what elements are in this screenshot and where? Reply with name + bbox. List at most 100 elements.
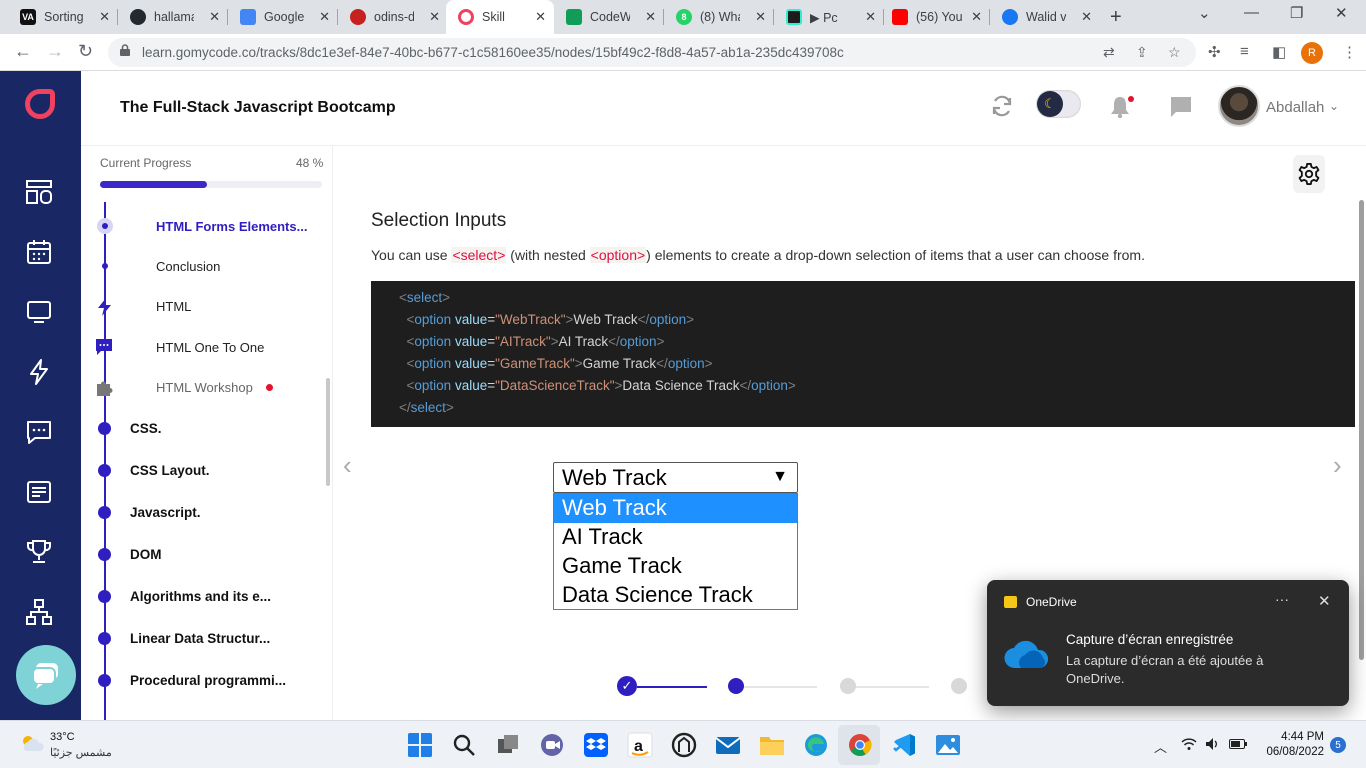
more-options-icon[interactable]: ··· — [1275, 591, 1289, 607]
article-icon[interactable] — [26, 479, 52, 505]
translate-icon[interactable]: ⇄ — [1103, 44, 1115, 61]
reload-icon[interactable]: ↻ — [78, 41, 93, 62]
tab-close-icon[interactable]: ✕ — [865, 9, 876, 25]
tab-close-icon[interactable]: ✕ — [209, 9, 220, 25]
sidebar-item-html[interactable]: HTML — [156, 299, 191, 314]
module-dom[interactable]: DOM — [130, 547, 162, 562]
tab-close-icon[interactable]: ✕ — [535, 9, 546, 25]
lightning-icon[interactable] — [26, 359, 52, 385]
browser-tab[interactable]: hallama ✕ — [118, 0, 228, 34]
chevron-down-icon[interactable]: ⌄ — [1329, 99, 1339, 113]
browser-tab[interactable]: ▶ Pc ✕ — [774, 0, 884, 34]
sync-icon[interactable] — [990, 94, 1014, 118]
settings-button[interactable] — [1293, 155, 1325, 193]
step-pending[interactable] — [840, 678, 856, 694]
module-javascript[interactable]: Javascript. — [130, 505, 201, 520]
system-clock[interactable]: 4:44 PM 06/08/2022 — [1254, 730, 1324, 760]
dark-mode-toggle[interactable]: ☾ — [1036, 90, 1081, 118]
module-linear-data[interactable]: Linear Data Structur... — [130, 631, 270, 646]
battery-icon[interactable] — [1229, 739, 1247, 749]
sidebar-item-html-one-to-one[interactable]: HTML One To One — [156, 340, 264, 355]
module-procedural[interactable]: Procedural programmi... — [130, 673, 286, 688]
support-chat-button[interactable] — [16, 645, 76, 705]
prev-arrow-icon[interactable]: ‹ — [343, 450, 352, 481]
page-scrollbar[interactable] — [1359, 200, 1364, 660]
step-current[interactable] — [728, 678, 744, 694]
volume-icon[interactable] — [1205, 737, 1221, 751]
photos-icon[interactable] — [935, 732, 961, 758]
hierarchy-icon[interactable] — [26, 599, 52, 625]
sidebar-scrollbar[interactable] — [326, 378, 330, 486]
forward-icon[interactable]: → — [46, 41, 64, 62]
calendar-icon[interactable] — [26, 239, 52, 265]
windows-start-icon[interactable] — [407, 732, 433, 758]
tab-close-icon[interactable]: ✕ — [429, 9, 440, 25]
browser-tab-active[interactable]: Skill ✕ — [446, 0, 554, 34]
tab-close-icon[interactable]: ✕ — [99, 9, 110, 25]
tab-close-icon[interactable]: ✕ — [755, 9, 766, 25]
browser-tab[interactable]: CodeWa ✕ — [554, 0, 664, 34]
track-select[interactable]: Web Track ▼ — [553, 462, 798, 493]
search-icon[interactable] — [451, 732, 477, 758]
messages-icon[interactable] — [1169, 95, 1193, 119]
select-option[interactable]: AI Track — [554, 523, 797, 552]
tab-close-icon[interactable]: ✕ — [645, 9, 656, 25]
edge-icon[interactable] — [803, 732, 829, 758]
chat-icon[interactable] — [26, 419, 52, 445]
onedrive-notification[interactable]: OneDrive ··· ✕ Capture d’écran enregistr… — [987, 580, 1349, 706]
tab-close-icon[interactable]: ✕ — [319, 9, 330, 25]
bookmark-star-icon[interactable]: ☆ — [1168, 44, 1181, 61]
new-tab-icon[interactable]: + — [1110, 6, 1122, 29]
user-avatar[interactable] — [1218, 85, 1260, 127]
tab-search-icon[interactable]: ⌄ — [1198, 4, 1211, 22]
app-icon[interactable] — [671, 732, 697, 758]
task-view-icon[interactable] — [495, 732, 521, 758]
share-icon[interactable]: ⇪ — [1136, 44, 1148, 61]
amazon-icon[interactable]: a — [627, 732, 653, 758]
extensions-icon[interactable]: ✣ — [1208, 43, 1221, 61]
profile-avatar[interactable]: R — [1301, 42, 1323, 64]
close-icon[interactable]: ✕ — [1318, 592, 1331, 610]
browser-tab[interactable]: (56) You ✕ — [880, 0, 990, 34]
browser-tab[interactable]: Google ✕ — [228, 0, 338, 34]
mail-icon[interactable] — [715, 732, 741, 758]
sidebar-item-html-workshop[interactable]: HTML Workshop — [156, 380, 253, 395]
module-css[interactable]: CSS. — [130, 421, 162, 436]
module-css-layout[interactable]: CSS Layout. — [130, 463, 210, 478]
notification-count-badge[interactable]: 5 — [1330, 737, 1346, 753]
chrome-menu-icon[interactable]: ⋮ — [1342, 43, 1357, 61]
tab-close-icon[interactable]: ✕ — [1081, 9, 1092, 25]
sidebar-item-conclusion[interactable]: Conclusion — [156, 259, 220, 274]
module-algorithms[interactable]: Algorithms and its e... — [130, 589, 271, 604]
tab-close-icon[interactable]: ✕ — [971, 9, 982, 25]
address-bar[interactable]: learn.gomycode.co/tracks/8dc1e3ef-84e7-4… — [108, 38, 1196, 67]
gomycode-logo[interactable] — [25, 89, 55, 119]
browser-tab[interactable]: Walid vc ✕ — [990, 0, 1100, 34]
sidebar-item-html-forms[interactable]: HTML Forms Elements... — [156, 219, 307, 234]
username[interactable]: Abdallah — [1266, 99, 1324, 116]
file-explorer-icon[interactable] — [759, 732, 785, 758]
back-icon[interactable]: ← — [14, 41, 32, 62]
wifi-icon[interactable] — [1181, 737, 1197, 751]
notification-bell-icon[interactable] — [1109, 95, 1135, 119]
side-panel-icon[interactable]: ◧ — [1272, 43, 1286, 61]
window-close-icon[interactable]: ✕ — [1335, 4, 1348, 22]
select-option[interactable]: Web Track — [554, 494, 797, 523]
browser-tab[interactable]: odins-d ✕ — [338, 0, 448, 34]
tray-overflow-icon[interactable]: ︿ — [1154, 737, 1167, 756]
tracks-icon[interactable] — [26, 179, 52, 205]
chrome-icon[interactable] — [847, 732, 873, 758]
minimize-icon[interactable]: — — [1244, 4, 1259, 21]
browser-tab[interactable]: VA Sorting ✕ — [8, 0, 118, 34]
teams-chat-icon[interactable] — [539, 732, 565, 758]
trophy-icon[interactable] — [26, 539, 52, 565]
laptop-icon[interactable] — [26, 299, 52, 325]
select-option[interactable]: Game Track — [554, 552, 797, 581]
select-option[interactable]: Data Science Track — [554, 581, 797, 610]
step-completed-icon[interactable]: ✓ — [617, 676, 637, 696]
vscode-icon[interactable] — [891, 732, 917, 758]
maximize-icon[interactable]: ❐ — [1290, 4, 1303, 22]
next-arrow-icon[interactable]: › — [1333, 450, 1342, 481]
dropbox-icon[interactable] — [583, 732, 609, 758]
media-control-icon[interactable]: ≡ — [1240, 43, 1249, 60]
